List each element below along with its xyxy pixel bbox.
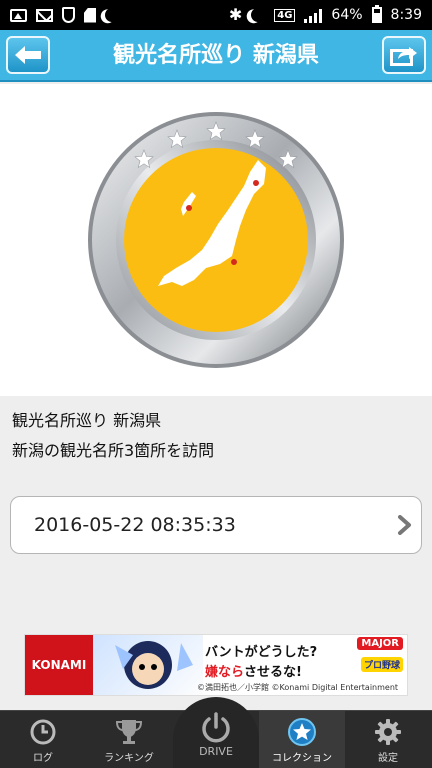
nav-item-settings[interactable]: 設定 — [345, 711, 431, 768]
bottom-nav: ログ ランキング DRIVE コレクション 設定 — [0, 697, 432, 768]
title-bar: 観光名所巡り 新潟県 — [0, 30, 432, 82]
network-type: 4G — [274, 8, 296, 22]
nav-item-log[interactable]: ログ — [0, 711, 86, 768]
nav-label-drive: DRIVE — [199, 745, 233, 758]
status-bar: ✱ 4G 64% 8:39 — [0, 0, 432, 30]
visit-datetime: 2016-05-22 08:35:33 — [34, 514, 236, 536]
nav-label-ranking: ランキング — [104, 753, 154, 764]
content-area: 観光名所巡り 新潟県 新潟の観光名所3箇所を訪問 2016-05-22 08:3… — [0, 84, 432, 710]
nav-item-collection[interactable]: コレクション — [259, 711, 345, 768]
ad-headline: バントがどうした? — [205, 645, 318, 660]
nav-label-settings: 設定 — [378, 753, 398, 764]
ad-tag-baseball: プロ野球 — [360, 657, 403, 672]
niigata-medal — [88, 112, 344, 368]
ad-tag-major: MAJOR — [357, 637, 403, 650]
page-title: 観光名所巡り 新潟県 — [113, 43, 319, 68]
konami-logo: KONAMI — [25, 635, 93, 695]
back-button[interactable] — [6, 36, 50, 74]
clock-time: 8:39 — [390, 7, 422, 23]
badge-info: 観光名所巡り 新潟県 新潟の観光名所3箇所を訪問 — [12, 406, 214, 466]
status-icons-left — [10, 7, 119, 23]
moon-icon — [250, 7, 266, 23]
battery-percent: 64% — [331, 7, 363, 23]
power-icon — [202, 712, 230, 743]
nav-item-drive[interactable]: DRIVE — [173, 697, 259, 768]
ad-subline-emphasis: 嫌なら — [205, 665, 245, 680]
star-icon — [288, 718, 316, 746]
signal-icon — [304, 8, 323, 23]
nav-label-log: ログ — [33, 753, 53, 764]
share-button[interactable] — [382, 36, 426, 74]
clock-icon — [30, 719, 56, 745]
nav-label-collection: コレクション — [272, 753, 332, 764]
sd-card-icon — [84, 7, 96, 23]
bluetooth-icon: ✱ — [228, 5, 243, 24]
mail-icon — [36, 8, 53, 22]
share-icon — [390, 47, 417, 66]
ad-character-art — [93, 635, 203, 695]
visit-history-item[interactable]: 2016-05-22 08:35:33 — [10, 496, 422, 554]
ad-subline: 嫌ならさせるな! — [205, 661, 302, 680]
trophy-icon — [115, 720, 143, 744]
badge-description: 新潟の観光名所3箇所を訪問 — [12, 441, 215, 460]
chevron-right-icon — [398, 515, 411, 535]
battery-icon — [371, 5, 382, 23]
badge-name: 観光名所巡り 新潟県 — [12, 411, 162, 430]
nav-item-ranking[interactable]: ランキング — [86, 711, 172, 768]
ad-banner[interactable]: KONAMI バントがどうした? 嫌ならさせるな! MAJOR プロ野球 ©満田… — [24, 634, 408, 696]
arrow-left-icon — [15, 46, 41, 64]
moon-icon — [104, 7, 120, 23]
ad-subline-rest: させるな! — [244, 665, 302, 680]
shield-icon — [62, 7, 75, 23]
image-icon — [10, 8, 27, 22]
medal-area — [0, 84, 432, 396]
gear-icon — [375, 719, 401, 745]
status-icons-right: ✱ 4G 64% 8:39 — [228, 5, 422, 24]
ad-character-image — [115, 641, 193, 689]
ad-copyright: ©満田拓也／小学館 ©Konami Digital Entertainment — [197, 683, 399, 692]
